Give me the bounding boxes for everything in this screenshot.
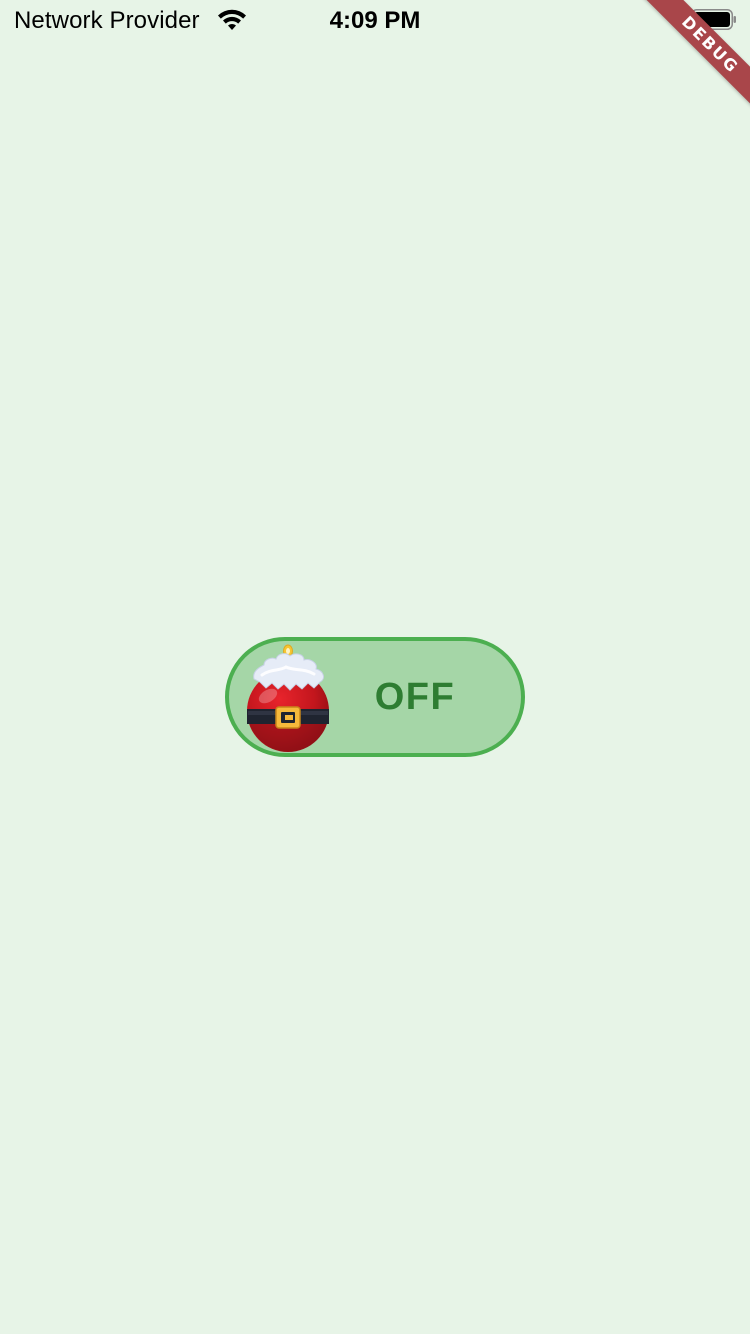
status-bar: Network Provider 4:09 PM — [0, 0, 750, 40]
toggle-state-label: OFF — [374, 676, 456, 718]
christmas-ornament-icon — [247, 644, 329, 752]
status-time: 4:09 PM — [329, 7, 421, 34]
toggle-switch[interactable]: OFF — [225, 637, 525, 757]
battery-icon — [691, 9, 736, 30]
